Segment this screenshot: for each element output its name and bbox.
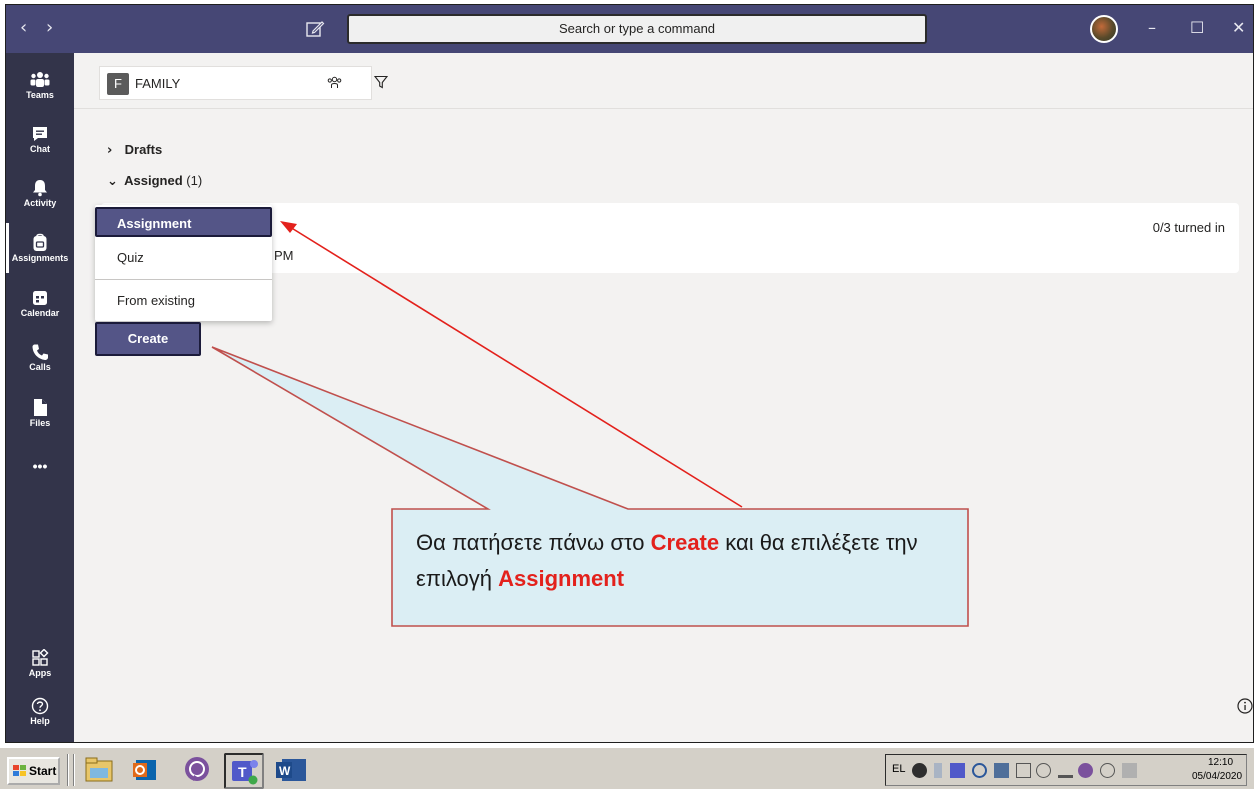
rail-item-teams[interactable]: Teams <box>6 65 74 115</box>
minimize-button[interactable]: – <box>1148 18 1156 37</box>
callout-highlight-assignment: Assignment <box>498 566 625 591</box>
team-name: FAMILY <box>135 76 181 91</box>
file-explorer-taskbar-icon[interactable] <box>82 753 116 787</box>
app-rail: Teams Chat Activity Assignments Calendar… <box>6 53 74 742</box>
apps-icon <box>32 649 49 666</box>
assignments-main: F FAMILY › Drafts ⌄ Assigned (1) PM 0/3 … <box>74 53 1253 742</box>
clock-date[interactable]: 05/04/2020 <box>1192 771 1242 782</box>
more-apps-button[interactable]: ••• <box>6 458 74 478</box>
rail-item-calendar[interactable]: Calendar <box>6 283 74 333</box>
volume-tray-icon[interactable] <box>1036 763 1051 778</box>
security-tray-icon[interactable] <box>1122 763 1137 778</box>
people-icon[interactable] <box>327 76 342 93</box>
drafts-section-toggle[interactable]: › Drafts <box>107 142 162 158</box>
title-bar: ‹ › Search or type a command – ☐ ✕ <box>6 5 1253 53</box>
rail-label-calls: Calls <box>29 362 51 372</box>
taskbar-separator <box>67 754 69 786</box>
teams-taskbar-icon[interactable]: T <box>224 753 264 789</box>
menu-item-assignment[interactable]: Assignment <box>95 207 272 237</box>
rail-item-help[interactable]: Help <box>6 691 74 741</box>
viber-taskbar-icon[interactable] <box>180 753 214 787</box>
rail-item-files[interactable]: Files <box>6 392 74 442</box>
forward-button[interactable]: › <box>46 17 53 38</box>
phone-icon <box>32 344 48 360</box>
compose-icon[interactable] <box>305 19 325 39</box>
start-label: Start <box>29 764 57 778</box>
callout-highlight-create: Create <box>650 530 720 555</box>
system-tray: EL 12:10 05/04/2020 <box>885 754 1247 786</box>
avatar[interactable] <box>1090 15 1118 43</box>
file-icon <box>34 399 47 416</box>
rail-item-assignments[interactable]: Assignments <box>6 227 74 277</box>
team-header: F FAMILY <box>74 53 1253 109</box>
assigned-section-toggle[interactable]: ⌄ Assigned (1) <box>107 173 202 189</box>
taskbar-separator <box>73 754 75 786</box>
rail-label-assignments: Assignments <box>11 253 69 263</box>
notification-tray-icon[interactable] <box>934 763 942 778</box>
calendar-icon <box>33 291 47 305</box>
rail-label-calendar: Calendar <box>20 308 60 318</box>
team-avatar: F <box>107 73 129 95</box>
help-tray-icon[interactable] <box>912 763 927 778</box>
taskbar: Start T W EL 12:10 05/04/2020 <box>0 746 1254 789</box>
rail-label-help: Help <box>30 716 50 726</box>
teams-tray-icon[interactable] <box>950 763 965 778</box>
outlook-taskbar-icon[interactable] <box>128 753 162 787</box>
rail-item-activity[interactable]: Activity <box>6 173 74 223</box>
chevron-down-icon: ⌄ <box>107 174 118 189</box>
windows-logo-icon <box>13 765 26 776</box>
device-tray-icon[interactable] <box>1016 763 1031 778</box>
rail-label-teams: Teams <box>26 90 54 100</box>
search-input[interactable]: Search or type a command <box>347 14 927 44</box>
svg-text:T: T <box>238 764 247 780</box>
teams-icon <box>30 72 50 87</box>
help-icon <box>31 697 49 715</box>
rail-item-chat[interactable]: Chat <box>6 119 74 169</box>
rail-item-apps[interactable]: Apps <box>6 643 74 693</box>
create-menu: Assignment Quiz From existing <box>95 205 272 321</box>
back-button[interactable]: ‹ <box>20 17 27 38</box>
close-button[interactable]: ✕ <box>1232 18 1245 37</box>
teams-window: ‹ › Search or type a command – ☐ ✕ Teams… <box>5 4 1254 743</box>
network-tray-icon[interactable] <box>1100 763 1115 778</box>
rail-label-chat: Chat <box>30 144 50 154</box>
menu-item-quiz[interactable]: Quiz <box>95 241 272 275</box>
card-due-time: PM <box>274 248 294 263</box>
callout-text-part1: Θα πατήσετε πάνω στο <box>416 530 651 555</box>
assigned-count: (1) <box>186 173 203 188</box>
rail-label-files: Files <box>29 418 51 428</box>
browser-tray-icon[interactable] <box>972 763 987 778</box>
word-taskbar-icon[interactable]: W <box>272 753 306 787</box>
callout-text: Θα πατήσετε πάνω στο Create και θα επιλέ… <box>416 525 956 597</box>
rail-label-apps: Apps <box>28 668 52 678</box>
start-button[interactable]: Start <box>7 757 60 785</box>
rail-label-activity: Activity <box>23 198 57 208</box>
menu-item-from-existing[interactable]: From existing <box>95 284 272 318</box>
bell-icon <box>33 180 47 197</box>
viber-tray-icon[interactable] <box>1078 763 1093 778</box>
menu-divider <box>95 279 272 280</box>
create-button[interactable]: Create <box>95 322 201 356</box>
filter-icon[interactable] <box>374 75 388 89</box>
language-indicator[interactable]: EL <box>892 763 905 775</box>
clock-time[interactable]: 12:10 <box>1208 757 1233 768</box>
rail-item-calls[interactable]: Calls <box>6 337 74 387</box>
monitor-tray-icon[interactable] <box>994 763 1009 778</box>
info-icon[interactable] <box>1237 698 1253 714</box>
drafts-label: Drafts <box>124 142 163 157</box>
assigned-label: Assigned <box>124 173 183 188</box>
team-picker[interactable]: F FAMILY <box>99 66 372 100</box>
card-turned-in-status: 0/3 turned in <box>1152 220 1225 235</box>
backpack-icon <box>33 233 47 251</box>
chevron-right-icon: › <box>107 143 113 158</box>
chat-icon <box>33 127 47 141</box>
signal-tray-icon[interactable] <box>1058 763 1073 778</box>
svg-text:W: W <box>279 764 291 778</box>
maximize-button[interactable]: ☐ <box>1190 18 1204 37</box>
